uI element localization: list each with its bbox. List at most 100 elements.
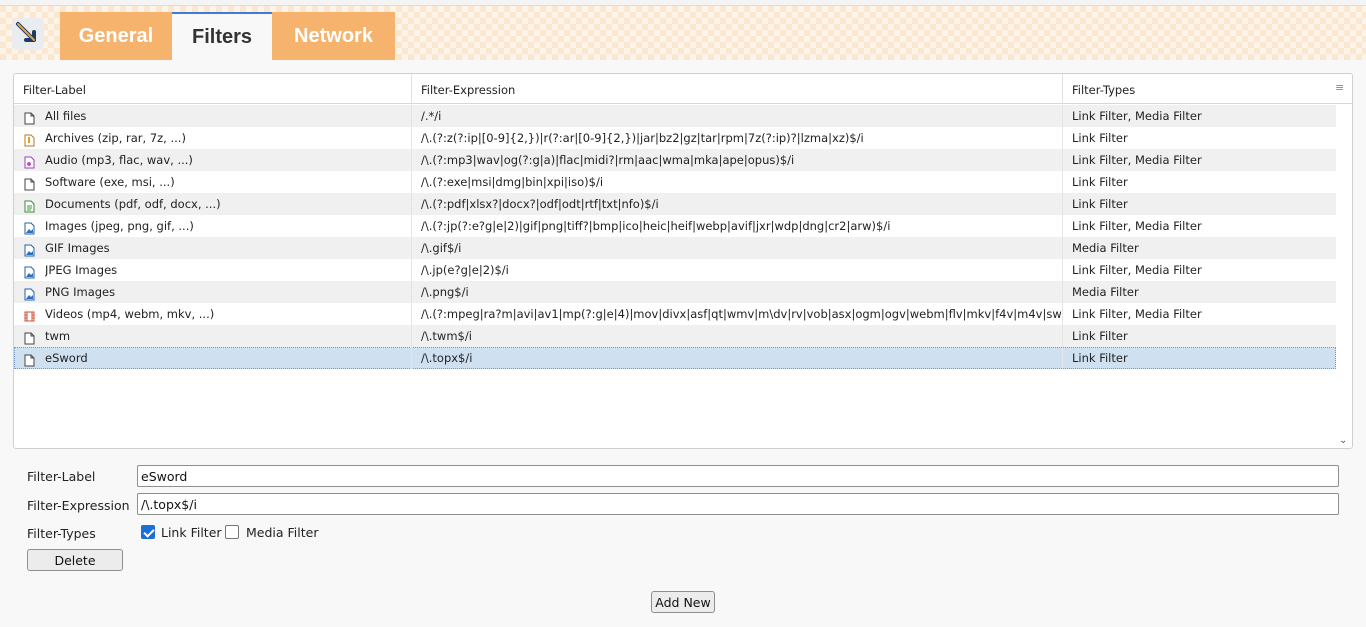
table-row[interactable]: Documents (pdf, odf, docx, ...) /\.(?:pdf… [14, 193, 1336, 215]
row-filter-types: Link Filter [1072, 351, 1128, 365]
row-filter-expression: /\.(?:z(?:ip|[0-9]{2,})|r(?:ar|[0-9]{2,}… [421, 131, 864, 145]
row-filter-types: Link Filter, Media Filter [1072, 153, 1202, 167]
row-filter-label: GIF Images [45, 241, 110, 255]
row-filter-label: twm [45, 329, 71, 343]
row-filter-expression: /\.gif$/i [421, 241, 462, 255]
row-filter-label: eSword [45, 351, 88, 365]
table-row[interactable]: All files /.*/i Link Filter, Media Filter [14, 105, 1336, 127]
column-header-filter-types[interactable]: Filter-Types [1063, 74, 1352, 104]
file-icon [24, 110, 35, 125]
column-divider [1062, 325, 1063, 347]
row-filter-types: Link Filter [1072, 131, 1128, 145]
column-divider [411, 259, 412, 281]
column-divider [411, 281, 412, 303]
column-divider [1062, 127, 1063, 149]
table-header: Filter-Label Filter-Expression Filter-Ty… [14, 74, 1352, 104]
row-filter-types: Media Filter [1072, 241, 1139, 255]
column-divider [1062, 281, 1063, 303]
column-divider [411, 215, 412, 237]
filter-label-input[interactable] [137, 465, 1339, 487]
row-filter-expression: /\.(?:jp(?:e?g|e|2)|gif|png|tiff?|bmp|ic… [421, 219, 891, 233]
table-row[interactable]: JPEG Images /\.jp(e?g|e|2)$/i Link Filter,… [14, 259, 1336, 281]
column-divider [1062, 215, 1063, 237]
delete-button[interactable]: Delete [27, 549, 123, 571]
filters-table: Filter-Label Filter-Expression Filter-Ty… [13, 73, 1353, 449]
row-filter-expression: /\.twm$/i [421, 329, 472, 343]
column-divider [1062, 237, 1063, 259]
table-row[interactable]: Archives (zip, rar, 7z, ...) /\.(?:z(?:ip… [14, 127, 1336, 149]
row-filter-types: Link Filter, Media Filter [1072, 109, 1202, 123]
column-header-filter-expression[interactable]: Filter-Expression [412, 74, 1063, 104]
column-divider [411, 325, 412, 347]
scroll-down-chevron-icon[interactable]: ⌄ [1339, 436, 1349, 446]
image-file-icon [24, 242, 35, 257]
table-row[interactable]: PNG Images /\.png$/i Media Filter [14, 281, 1336, 303]
add-new-button[interactable]: Add New [651, 591, 715, 613]
row-filter-label: Images (jpeg, png, gif, ...) [45, 219, 194, 233]
archive-file-icon [24, 132, 35, 147]
column-divider [411, 193, 412, 215]
table-row[interactable]: Images (jpeg, png, gif, ...) /\.(?:jp(?:e… [14, 215, 1336, 237]
column-divider [1062, 347, 1063, 369]
document-file-icon [24, 198, 35, 213]
table-row[interactable]: Videos (mp4, webm, mkv, ...) /\.(?:mpeg|r… [14, 303, 1336, 325]
row-filter-expression: /\.(?:exe|msi|dmg|bin|xpi|iso)$/i [421, 175, 604, 189]
file-icon [24, 352, 35, 367]
row-filter-expression: /\.(?:mpeg|ra?m|avi|av1|mp(?:g|e|4)|mov|… [421, 307, 1061, 321]
filter-types-caption: Filter-Types [27, 526, 96, 541]
column-divider [411, 171, 412, 193]
image-file-icon [24, 264, 35, 279]
options-header: General Filters Network [0, 6, 1366, 60]
table-row[interactable]: Audio (mp3, flac, wav, ...) /\.(?:mp3|wav… [14, 149, 1336, 171]
row-filter-label: All files [45, 109, 87, 123]
column-divider [1062, 259, 1063, 281]
row-filter-label: PNG Images [45, 285, 116, 299]
column-divider [1062, 303, 1063, 325]
row-filter-expression: /\.topx$/i [421, 351, 473, 365]
link-filter-checkbox[interactable] [141, 525, 155, 539]
column-header-filter-label[interactable]: Filter-Label [14, 74, 412, 104]
table-row[interactable]: Software (exe, msi, ...) /\.(?:exe|msi|dm… [14, 171, 1336, 193]
tab-filters[interactable]: Filters [172, 12, 272, 60]
file-icon [24, 176, 35, 191]
row-filter-label: Software (exe, msi, ...) [45, 175, 175, 189]
image-file-icon [24, 220, 35, 235]
downthemall-logo-icon [12, 18, 44, 50]
table-row[interactable]: twm /\.twm$/i Link Filter [14, 325, 1336, 347]
filter-expression-input[interactable] [137, 493, 1339, 515]
row-filter-types: Link Filter, Media Filter [1072, 263, 1202, 277]
column-divider [411, 105, 412, 127]
table-row[interactable]: eSword /\.topx$/i Link Filter [14, 347, 1336, 369]
audio-file-icon [24, 154, 35, 169]
filter-label-caption: Filter-Label [27, 469, 96, 484]
row-filter-expression: /.*/i [421, 109, 442, 123]
video-file-icon [24, 308, 35, 322]
row-filter-expression: /\.jp(e?g|e|2)$/i [421, 263, 509, 277]
table-row[interactable]: GIF Images /\.gif$/i Media Filter [14, 237, 1336, 259]
tab-general[interactable]: General [60, 12, 172, 60]
row-filter-types: Link Filter, Media Filter [1072, 219, 1202, 233]
column-divider [411, 149, 412, 171]
column-divider [411, 303, 412, 325]
tab-network[interactable]: Network [272, 12, 395, 60]
column-divider [411, 127, 412, 149]
row-filter-expression: /\.png$/i [421, 285, 469, 299]
link-filter-label: Link Filter [161, 525, 222, 540]
row-filter-label: Documents (pdf, odf, docx, ...) [45, 197, 221, 211]
row-filter-expression: /\.(?:pdf|xlsx?|docx?|odf|odt|rtf|txt|nf… [421, 197, 659, 211]
media-filter-checkbox[interactable] [225, 525, 239, 539]
column-divider [1062, 149, 1063, 171]
row-filter-label: Archives (zip, rar, 7z, ...) [45, 131, 186, 145]
image-file-icon [24, 286, 35, 301]
column-divider [1062, 105, 1063, 127]
row-filter-types: Link Filter [1072, 329, 1128, 343]
file-icon [24, 330, 35, 345]
row-filter-label: JPEG Images [45, 263, 118, 277]
media-filter-label: Media Filter [246, 525, 319, 540]
column-divider [1062, 171, 1063, 193]
column-menu-icon[interactable]: ≡ [1335, 82, 1344, 93]
row-filter-types: Link Filter [1072, 197, 1128, 211]
row-filter-types: Link Filter, Media Filter [1072, 307, 1202, 321]
column-divider [411, 347, 412, 369]
row-filter-types: Link Filter [1072, 175, 1128, 189]
